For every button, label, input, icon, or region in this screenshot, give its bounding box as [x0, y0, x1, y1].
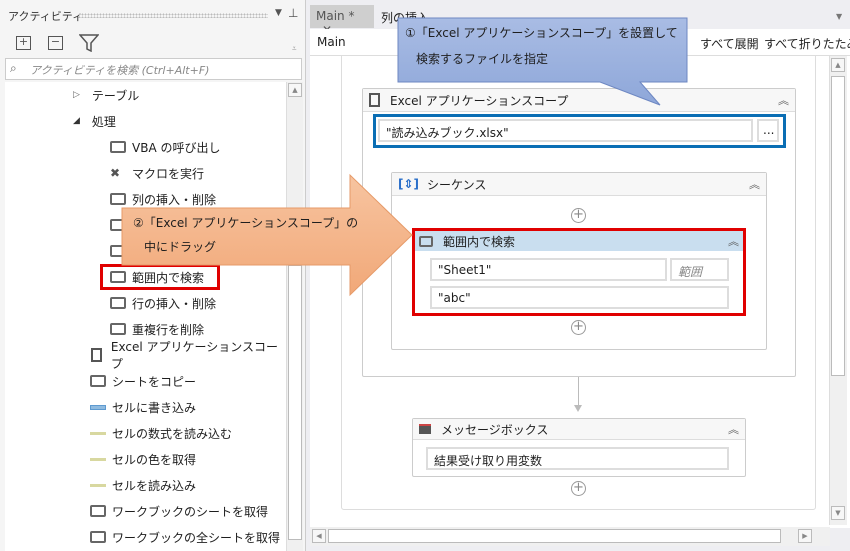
callout-1-shape — [121, 17, 688, 297]
callout-2-line-1: ②「Excel アプリケーションスコープ」の — [133, 216, 359, 230]
callout-2-line-2: 中にドラッグ — [144, 240, 217, 254]
callout-1-line-2: 検索するファイルを指定 — [416, 52, 549, 66]
callout-1-line-1: ①「Excel アプリケーションスコープ」を設置して — [405, 26, 678, 40]
